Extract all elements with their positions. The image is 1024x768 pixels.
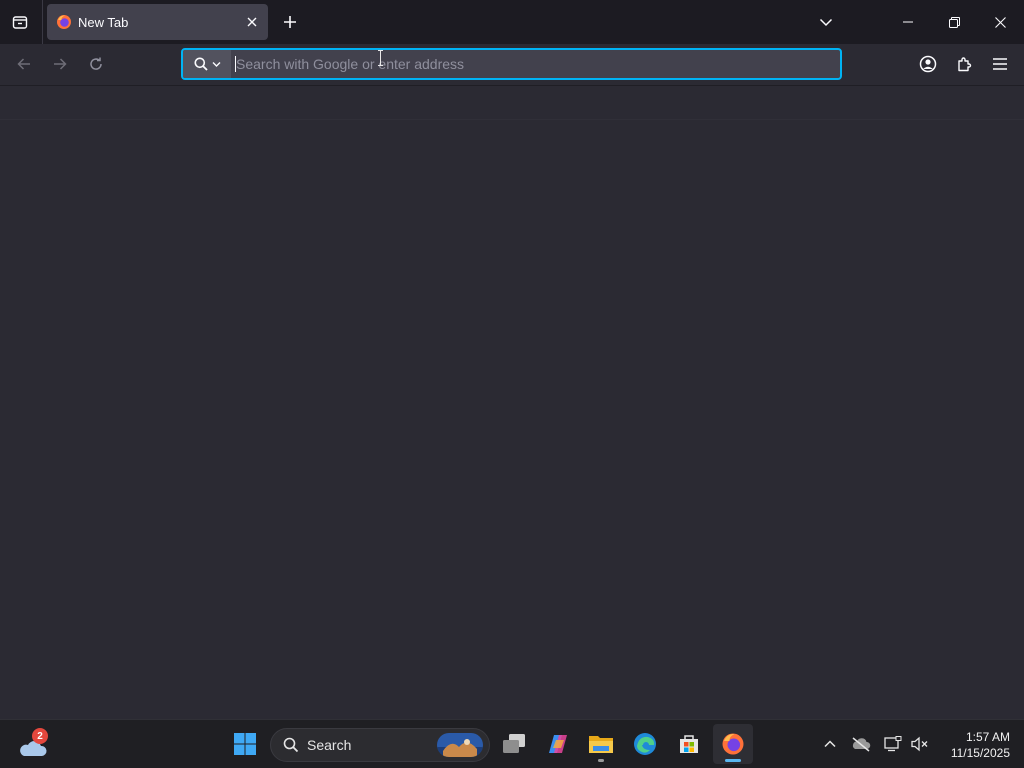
close-icon: [994, 16, 1006, 28]
chevron-down-icon: [819, 18, 833, 27]
back-button[interactable]: [12, 52, 36, 76]
reload-button[interactable]: [84, 52, 108, 76]
file-explorer-icon: [589, 736, 613, 753]
search-icon: [283, 737, 299, 753]
extensions-button[interactable]: [952, 52, 976, 76]
forward-button[interactable]: [48, 52, 72, 76]
chevron-up-icon: [824, 740, 836, 748]
edge-button[interactable]: [625, 724, 665, 764]
restore-button[interactable]: [931, 0, 977, 44]
start-button[interactable]: [225, 724, 265, 764]
network-display-button[interactable]: [881, 732, 905, 756]
navigation-toolbar: [0, 44, 1024, 85]
text-caret: [235, 56, 236, 72]
app-menu-button[interactable]: [988, 52, 1012, 76]
reload-icon: [90, 57, 102, 70]
search-engine-switcher[interactable]: [183, 50, 231, 78]
system-clock[interactable]: 1:57 AM 11/15/2025: [938, 729, 1010, 761]
firefox-view-button[interactable]: [8, 10, 32, 34]
forward-icon: [54, 58, 67, 70]
taskbar-search-box[interactable]: Search: [270, 728, 490, 762]
url-bar[interactable]: [181, 48, 842, 80]
hamburger-menu-icon: [993, 58, 1007, 70]
tab-title: New Tab: [78, 14, 129, 30]
list-all-tabs-button[interactable]: [814, 10, 838, 34]
tabstrip-separator: [42, 0, 43, 44]
taskbar-search-label: Search: [307, 737, 352, 753]
close-icon: [247, 17, 257, 27]
page-content-area[interactable]: [0, 85, 1024, 719]
minimize-button[interactable]: [885, 0, 931, 44]
new-tab-button[interactable]: [278, 10, 302, 34]
taskbar: 2 Search 1:57 AM 11/15/2025: [0, 719, 1024, 768]
title-bar: New Tab: [0, 0, 1024, 44]
search-icon: [194, 57, 208, 71]
volume-button[interactable]: [908, 732, 932, 756]
edge-icon: [634, 733, 656, 755]
microsoft-store-button[interactable]: [669, 724, 709, 764]
close-tab-button[interactable]: [240, 10, 264, 34]
account-icon: [919, 55, 937, 73]
restore-icon: [948, 16, 960, 28]
active-indicator: [725, 759, 741, 762]
search-highlight-image: [437, 733, 483, 757]
onedrive-icon: [852, 737, 871, 752]
store-icon: [680, 735, 698, 753]
volume-muted-icon: [911, 736, 928, 752]
extensions-icon: [958, 57, 972, 72]
show-hidden-icons-button[interactable]: [818, 732, 842, 756]
onedrive-button[interactable]: [849, 732, 873, 756]
tab-list-icon: [12, 16, 28, 29]
file-explorer-button[interactable]: [581, 724, 621, 764]
task-view-icon: [503, 734, 525, 753]
close-window-button[interactable]: [977, 0, 1023, 44]
clock-date: 11/15/2025: [950, 746, 1010, 760]
mouse-ibeam-cursor: [378, 50, 383, 66]
account-button[interactable]: [916, 52, 940, 76]
display-icon: [884, 736, 902, 752]
plus-icon: [284, 16, 296, 28]
clock-time: 1:57 AM: [965, 730, 1010, 744]
content-divider: [0, 119, 1024, 120]
firefox-icon: [56, 14, 72, 30]
tab-new-tab[interactable]: New Tab: [47, 4, 268, 40]
chevron-down-icon: [212, 61, 220, 67]
firefox-icon: [722, 733, 744, 755]
running-indicator: [598, 759, 604, 762]
firefox-taskbar-button[interactable]: [713, 724, 753, 764]
windows-start-icon: [234, 733, 256, 755]
back-icon: [17, 58, 30, 70]
task-view-button[interactable]: [494, 724, 534, 764]
notification-badge: 2: [32, 728, 48, 744]
copilot-icon: [549, 735, 567, 753]
weather-widget[interactable]: 2: [14, 728, 54, 762]
copilot-button[interactable]: [538, 724, 578, 764]
address-input[interactable]: [235, 50, 835, 78]
minimize-icon: [903, 21, 913, 23]
